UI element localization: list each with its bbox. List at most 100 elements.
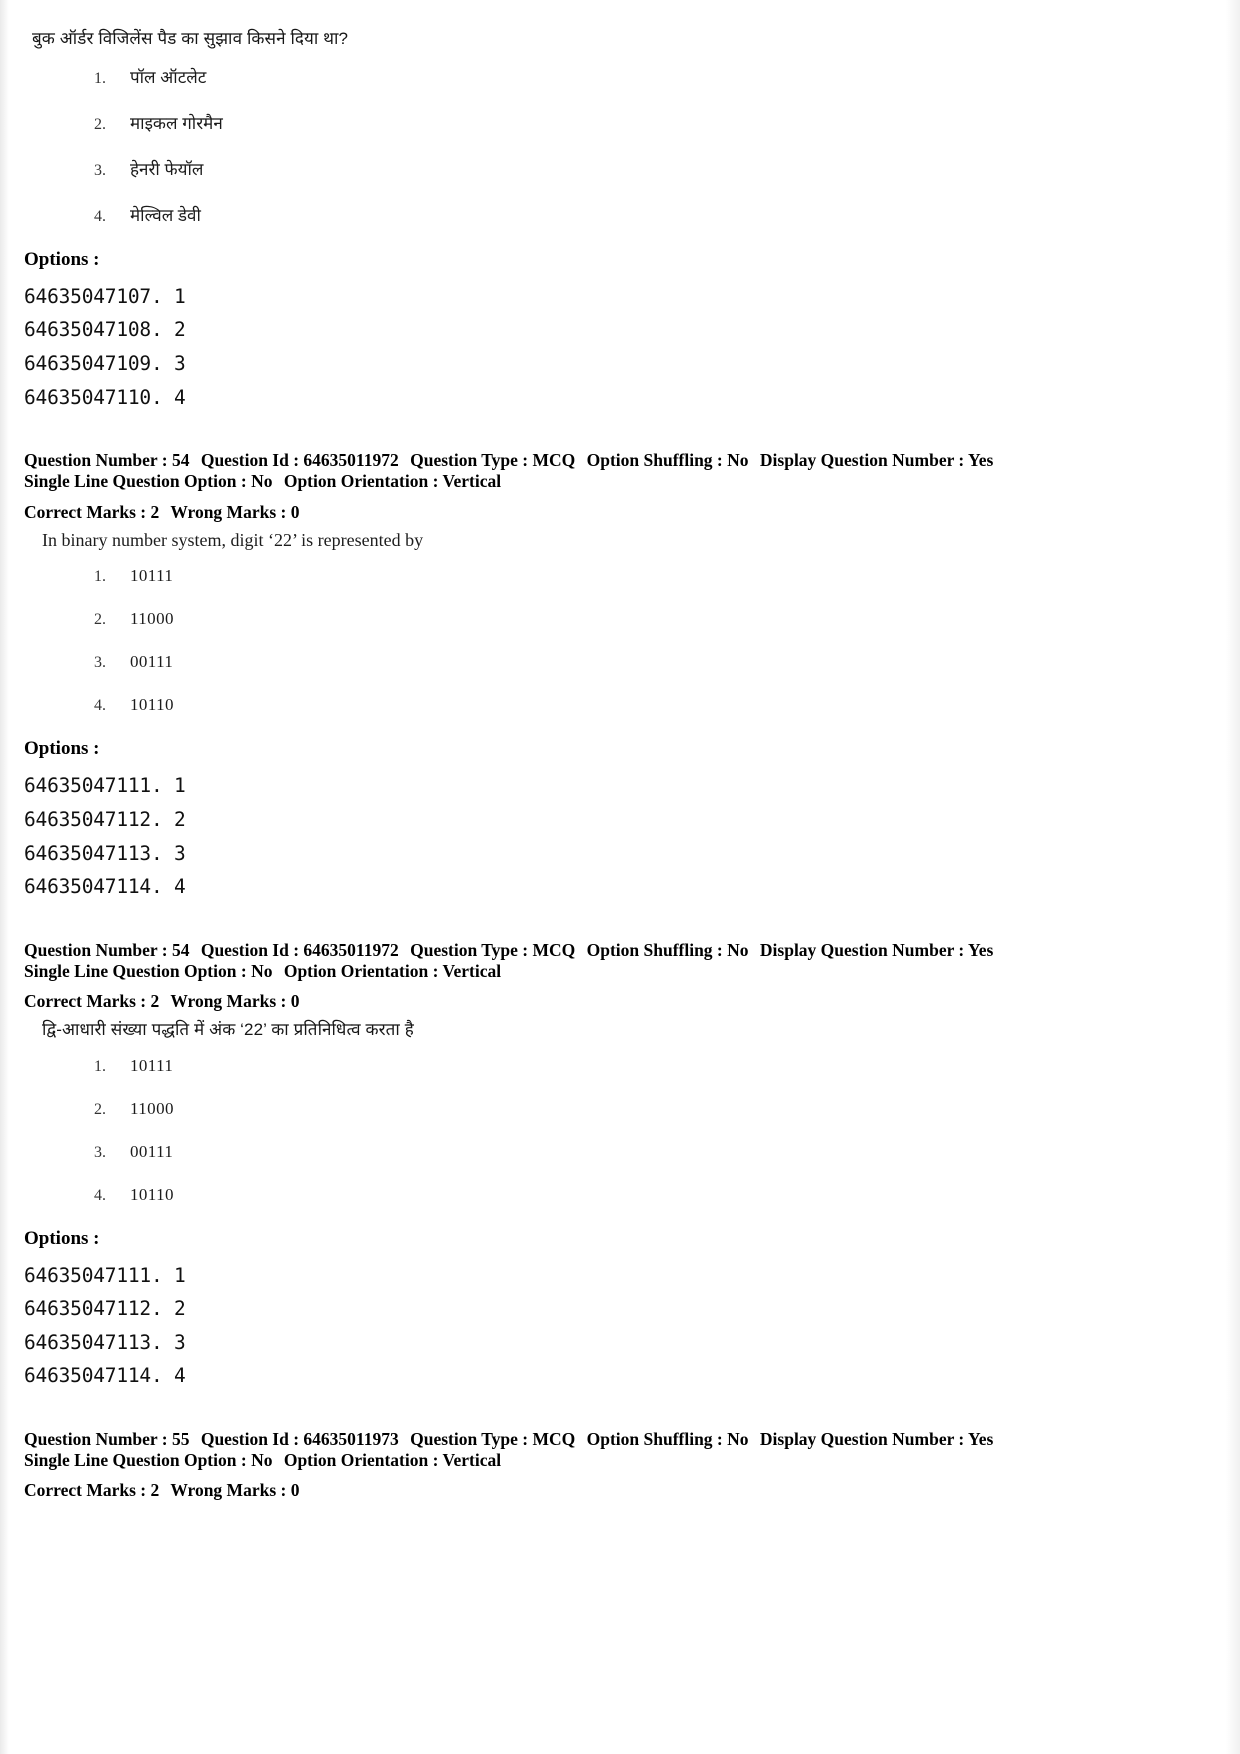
choice-number: 3. bbox=[94, 161, 106, 179]
question-type-label: Question Type : bbox=[410, 1428, 529, 1449]
choice-list: 1. 10111 2. 11000 3. 00111 4. 10110 bbox=[24, 1056, 1090, 1205]
display-question-number-value: Yes bbox=[968, 1428, 994, 1449]
question-id-value: 64635011972 bbox=[303, 450, 399, 471]
metadata-line-marks: Correct Marks : 2 Wrong Marks : 0 bbox=[24, 502, 1090, 523]
choice-label: 00111 bbox=[130, 1141, 174, 1161]
option-id-row: 64635047114. 4 bbox=[24, 875, 186, 899]
metadata-line-primary: Question Number : 54 Question Id : 64635… bbox=[24, 450, 1090, 471]
question-metadata-q54-hindi: Question Number : 54 Question Id : 64635… bbox=[24, 940, 1090, 1013]
question-body-q54-english: In binary number system, digit ‘22’ is r… bbox=[24, 529, 1090, 904]
single-line-question-option-label: Single Line Question Option : bbox=[24, 1450, 247, 1471]
choice-number: 1. bbox=[94, 69, 106, 87]
option-orientation-value: Vertical bbox=[442, 471, 502, 492]
option-id-list: 64635047111. 1 64635047112. 2 6463504711… bbox=[24, 1259, 1090, 1393]
correct-marks-value: 2 bbox=[150, 1480, 160, 1501]
option-id-row: 64635047113. 3 bbox=[24, 841, 186, 865]
choice-label: 10111 bbox=[130, 566, 174, 586]
single-line-question-option-value: No bbox=[251, 471, 273, 492]
option-id-row: 64635047111. 1 bbox=[24, 774, 186, 798]
question-type-label: Question Type : bbox=[410, 939, 529, 960]
option-id-row: 64635047112. 2 bbox=[24, 1297, 186, 1321]
options-label: Options : bbox=[24, 1227, 100, 1249]
option-id-row: 64635047114. 4 bbox=[24, 1364, 186, 1388]
option-shuffling-label: Option Shuffling : bbox=[586, 939, 723, 960]
question-number-value: 54 bbox=[171, 450, 190, 471]
choice-list: 1. 10111 2. 11000 3. 00111 4. 10110 bbox=[24, 566, 1090, 715]
display-question-number-label: Display Question Number : bbox=[759, 1428, 965, 1449]
document-page: बुक ऑर्डर विजिलेंस पैड का सुझाव किसने दि… bbox=[0, 0, 1240, 1754]
choice-list: 1. पॉल ऑटलेट 2. माइकल गोरमैन 3. हेनरी फे… bbox=[24, 65, 1090, 226]
question-stem: In binary number system, digit ‘22’ is r… bbox=[42, 530, 424, 551]
choice-item[interactable]: 1. 10111 bbox=[24, 1056, 1090, 1076]
question-number-value: 54 bbox=[171, 939, 190, 960]
choice-label: मेल्विल डेवी bbox=[130, 205, 201, 225]
choice-label: पॉल ऑटलेट bbox=[130, 67, 207, 87]
metadata-line-secondary: Single Line Question Option : No Option … bbox=[24, 471, 1090, 492]
option-id-list: 64635047107. 1 64635047108. 2 6463504710… bbox=[24, 280, 1090, 414]
choice-item[interactable]: 3. 00111 bbox=[24, 652, 1090, 672]
options-label: Options : bbox=[24, 738, 100, 760]
choice-label: हेनरी फेयॉल bbox=[130, 159, 204, 179]
question-type-value: MCQ bbox=[532, 450, 576, 471]
choice-item[interactable]: 4. मेल्विल डेवी bbox=[24, 203, 1090, 226]
choice-item[interactable]: 4. 10110 bbox=[24, 695, 1090, 715]
choice-number: 2. bbox=[94, 1100, 106, 1118]
question-body-q54-hindi: द्वि-आधारी संख्या पद्धति में अंक ‘22’ का… bbox=[24, 1019, 1090, 1393]
question-type-value: MCQ bbox=[532, 1428, 576, 1449]
option-orientation-label: Option Orientation : bbox=[283, 471, 439, 492]
question-number-label: Question Number : bbox=[24, 1428, 168, 1449]
question-stem: बुक ऑर्डर विजिलेंस पैड का सुझाव किसने दि… bbox=[32, 29, 349, 48]
option-id-row: 64635047109. 3 bbox=[24, 352, 186, 375]
question-body-q53-hindi: बुक ऑर्डर विजिलेंस पैड का सुझाव किसने दि… bbox=[24, 28, 1090, 414]
choice-label: 10111 bbox=[130, 1055, 174, 1075]
choice-number: 1. bbox=[94, 1057, 106, 1075]
choice-item[interactable]: 1. 10111 bbox=[24, 566, 1090, 586]
question-id-value: 64635011973 bbox=[303, 1428, 399, 1449]
option-orientation-label: Option Orientation : bbox=[283, 960, 439, 981]
choice-label: 11000 bbox=[130, 1098, 174, 1118]
metadata-line-secondary: Single Line Question Option : No Option … bbox=[24, 1450, 1090, 1471]
choice-label: माइकल गोरमैन bbox=[130, 113, 223, 133]
choice-item[interactable]: 2. माइकल गोरमैन bbox=[24, 111, 1090, 134]
wrong-marks-label: Wrong Marks : bbox=[170, 501, 287, 522]
choice-item[interactable]: 1. पॉल ऑटलेट bbox=[24, 65, 1090, 88]
wrong-marks-label: Wrong Marks : bbox=[170, 1480, 287, 1501]
question-id-label: Question Id : bbox=[200, 1428, 300, 1449]
choice-item[interactable]: 3. हेनरी फेयॉल bbox=[24, 157, 1090, 180]
choice-number: 2. bbox=[94, 611, 106, 629]
choice-number: 4. bbox=[94, 207, 106, 225]
page-content: बुक ऑर्डर विजिलेंस पैड का सुझाव किसने दि… bbox=[0, 0, 1240, 1502]
question-number-label: Question Number : bbox=[24, 450, 168, 471]
metadata-line-marks: Correct Marks : 2 Wrong Marks : 0 bbox=[24, 1480, 1090, 1501]
single-line-question-option-value: No bbox=[251, 1450, 273, 1471]
metadata-line-secondary: Single Line Question Option : No Option … bbox=[24, 961, 1090, 982]
single-line-question-option-label: Single Line Question Option : bbox=[24, 960, 247, 981]
correct-marks-label: Correct Marks : bbox=[24, 501, 147, 522]
wrong-marks-value: 0 bbox=[290, 501, 300, 522]
correct-marks-label: Correct Marks : bbox=[24, 1480, 147, 1501]
option-id-row: 64635047110. 4 bbox=[24, 385, 186, 409]
correct-marks-value: 2 bbox=[150, 501, 160, 522]
option-id-list: 64635047111. 1 64635047112. 2 6463504711… bbox=[24, 769, 1090, 903]
wrong-marks-value: 0 bbox=[290, 991, 300, 1012]
choice-item[interactable]: 4. 10110 bbox=[24, 1185, 1090, 1205]
option-id-row: 64635047113. 3 bbox=[24, 1330, 186, 1354]
option-orientation-value: Vertical bbox=[442, 960, 502, 981]
metadata-line-marks: Correct Marks : 2 Wrong Marks : 0 bbox=[24, 991, 1090, 1012]
choice-item[interactable]: 2. 11000 bbox=[24, 1099, 1090, 1119]
question-number-label: Question Number : bbox=[24, 939, 168, 960]
question-type-value: MCQ bbox=[532, 939, 576, 960]
option-shuffling-label: Option Shuffling : bbox=[586, 450, 723, 471]
question-type-label: Question Type : bbox=[410, 450, 529, 471]
option-id-row: 64635047112. 2 bbox=[24, 808, 186, 832]
options-label: Options : bbox=[24, 248, 100, 270]
choice-number: 1. bbox=[94, 568, 106, 586]
display-question-number-label: Display Question Number : bbox=[759, 450, 965, 471]
choice-item[interactable]: 3. 00111 bbox=[24, 1142, 1090, 1162]
option-orientation-value: Vertical bbox=[442, 1450, 502, 1471]
question-id-label: Question Id : bbox=[200, 450, 300, 471]
choice-item[interactable]: 2. 11000 bbox=[24, 609, 1090, 629]
choice-label: 10110 bbox=[130, 1184, 174, 1204]
question-metadata-q54-english: Question Number : 54 Question Id : 64635… bbox=[24, 450, 1090, 523]
choice-number: 3. bbox=[94, 654, 106, 672]
